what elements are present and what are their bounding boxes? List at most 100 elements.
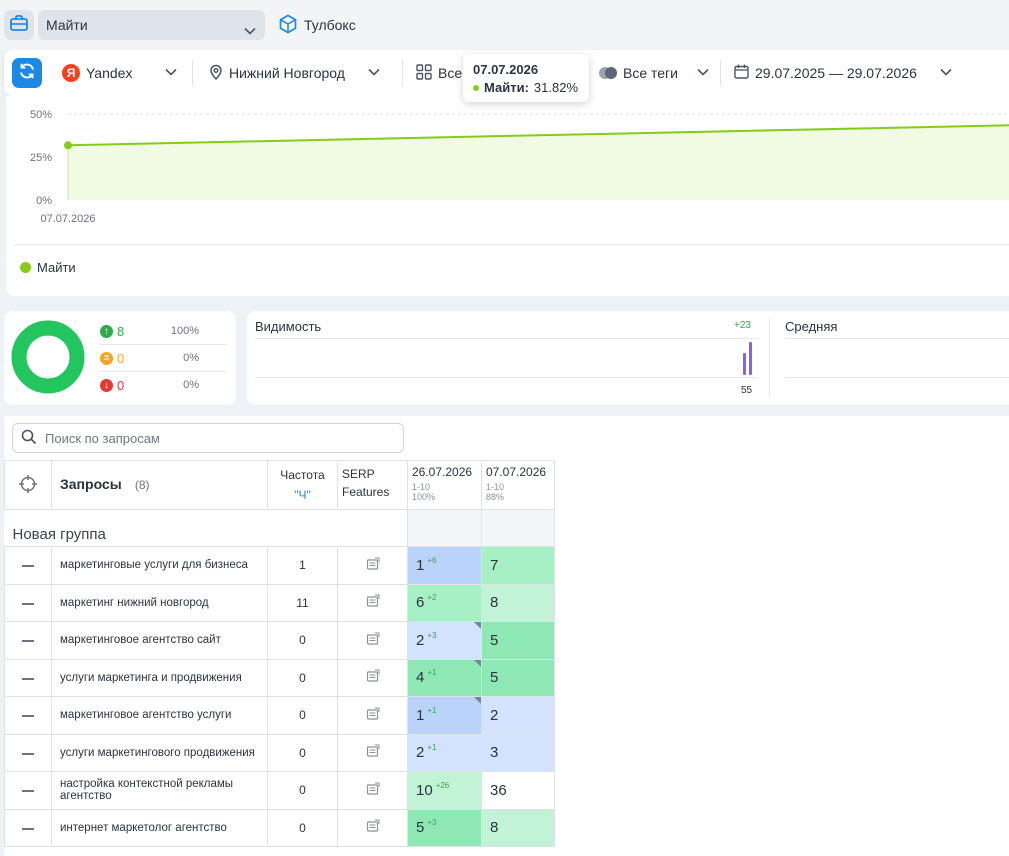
chart-tooltip: 07.07.2026 Майти: 31.82%: [463, 54, 589, 102]
query-cell[interactable]: интернет маркетолог агентство: [51, 808, 268, 847]
position-cell[interactable]: 3: [481, 733, 555, 772]
position-value: 8: [490, 594, 499, 612]
briefcase-icon: [10, 14, 28, 36]
serp-cell[interactable]: [337, 733, 408, 772]
table-row[interactable]: маркетинг нижний новгород 11 6 +2 8: [4, 583, 555, 622]
date-column-header[interactable]: 07.07.2026 1-10 88%: [481, 460, 555, 510]
queries-column-header[interactable]: Запросы (8): [51, 460, 268, 510]
minus-icon: [22, 752, 34, 755]
row-action-cell[interactable]: [4, 771, 52, 810]
target-column-header[interactable]: [4, 460, 52, 510]
position-cell[interactable]: 5: [481, 621, 555, 660]
position-cell[interactable]: 2: [481, 696, 555, 735]
query-cell[interactable]: маркетинговое агентство сайт: [51, 621, 268, 660]
position-cell[interactable]: 36: [481, 771, 555, 810]
grid-icon: [416, 63, 432, 83]
divider: [255, 338, 757, 339]
minus-icon: [22, 677, 34, 680]
query-text: услуги маркетингового продвижения: [60, 746, 255, 759]
table-header: Запросы (8) Частота "Ч" SERP Features 26…: [4, 460, 555, 510]
row-action-cell[interactable]: [4, 733, 52, 772]
serp-cell[interactable]: [337, 583, 408, 622]
serp-cell[interactable]: [337, 658, 408, 697]
position-value: 2: [416, 631, 425, 649]
refresh-button[interactable]: [12, 58, 42, 88]
row-action-cell[interactable]: [4, 546, 52, 585]
serp-cell[interactable]: [337, 771, 408, 810]
group-row: Новая группа: [4, 509, 555, 547]
serp-features-icon: [366, 707, 380, 724]
groups-select[interactable]: Все: [416, 62, 462, 84]
table-row[interactable]: маркетинговое агентство сайт 0 2 +3 5: [4, 621, 555, 660]
position-cell[interactable]: 8: [481, 808, 555, 847]
table-row[interactable]: настройка контекстной рекламы агентство 0…: [4, 771, 555, 810]
position-cell[interactable]: 1 +1: [407, 696, 482, 735]
query-cell[interactable]: услуги маркетингового продвижения: [51, 733, 268, 772]
serp-features-icon: [366, 557, 380, 574]
table-body: маркетинговые услуги для бизнеса 1 1 +6 7 мар…: [4, 546, 555, 847]
tooltip-date: 07.07.2026: [473, 62, 539, 77]
position-cell[interactable]: 7: [481, 546, 555, 585]
serp-cell[interactable]: [337, 621, 408, 660]
data-point: [64, 141, 72, 150]
project-select[interactable]: Майти: [38, 10, 265, 40]
query-cell[interactable]: маркетинговое агентство услуги: [51, 696, 268, 735]
query-cell[interactable]: настройка контекстной рекламы агентство: [51, 771, 268, 810]
frequency-column-header[interactable]: Частота "Ч": [267, 460, 338, 510]
serp-cell[interactable]: [337, 696, 408, 735]
table-row[interactable]: маркетинговое агентство услуги 0 1 +1 2: [4, 696, 555, 735]
frequency-cell: 11: [267, 583, 338, 622]
engine-select[interactable]: Я Yandex: [62, 62, 178, 84]
position-cell[interactable]: 2 +3: [407, 621, 482, 660]
position-cell[interactable]: 8: [481, 583, 555, 622]
position-cell[interactable]: 10 +26: [407, 771, 482, 810]
date-range: 1-10: [412, 482, 431, 492]
query-cell[interactable]: услуги маркетинга и продвижения: [51, 658, 268, 697]
row-action-cell[interactable]: [4, 808, 52, 847]
region-select[interactable]: Нижний Новгород: [209, 62, 381, 84]
group-cell: [407, 509, 482, 547]
position-cell[interactable]: 5 +3: [407, 808, 482, 847]
row-action-cell[interactable]: [4, 583, 52, 622]
search-input[interactable]: [45, 430, 385, 446]
serp-features-icon: [366, 669, 380, 686]
table-row[interactable]: услуги маркетингового продвижения 0 2 +1 3: [4, 733, 555, 772]
date-column-header[interactable]: 26.07.2026 1-10 100%: [407, 460, 482, 510]
row-action-cell[interactable]: [4, 658, 52, 697]
group-name[interactable]: Новая группа: [4, 509, 408, 547]
serp-cell[interactable]: [337, 808, 408, 847]
row-action-cell[interactable]: [4, 696, 52, 735]
serp-cell[interactable]: [337, 546, 408, 585]
tooltip-line: Майти: 31.82%: [473, 80, 579, 95]
stats-neutral-value: 0: [117, 350, 125, 366]
briefcase-button[interactable]: [4, 10, 34, 40]
row-action-cell[interactable]: [4, 621, 52, 660]
serp-column-header[interactable]: SERP Features: [337, 460, 408, 510]
divider: [785, 377, 1009, 378]
search-field[interactable]: [12, 423, 404, 453]
query-cell[interactable]: маркетинг нижний новгород: [51, 583, 268, 622]
chart-legend[interactable]: Майти: [20, 260, 76, 275]
tags-label: Все теги: [623, 65, 678, 81]
chevron-down-icon: [367, 65, 381, 82]
position-cell[interactable]: 5: [481, 658, 555, 697]
serp-header-line1: SERP: [342, 467, 375, 481]
tags-select[interactable]: Все теги: [599, 62, 710, 84]
table-row[interactable]: интернет маркетолог агентство 0 5 +3 8: [4, 808, 555, 847]
date-range-select[interactable]: 29.07.2025 — 29.07.2026: [734, 62, 953, 84]
query-cell[interactable]: маркетинговые услуги для бизнеса: [51, 546, 268, 585]
position-cell[interactable]: 1 +6: [407, 546, 482, 585]
chart-svg: 50% 25% 0% 07.07.2026: [30, 109, 1009, 225]
top-bar: Майти Тулбокс: [0, 0, 1009, 50]
position-cell[interactable]: 2 +1: [407, 733, 482, 772]
toolbox-link[interactable]: Тулбокс: [278, 12, 356, 38]
frequency-cell: 0: [267, 808, 338, 847]
average-title: Средняя: [785, 319, 838, 334]
position-cell[interactable]: 6 +2: [407, 583, 482, 622]
table-row[interactable]: услуги маркетинга и продвижения 0 4 +1 5: [4, 658, 555, 697]
frequency-header-label: Частота: [280, 468, 325, 482]
position-cell[interactable]: 4 +1: [407, 658, 482, 697]
table-row[interactable]: маркетинговые услуги для бизнеса 1 1 +6 7: [4, 546, 555, 585]
series-area: [68, 125, 1009, 200]
date-header: 07.07.2026: [486, 465, 547, 479]
